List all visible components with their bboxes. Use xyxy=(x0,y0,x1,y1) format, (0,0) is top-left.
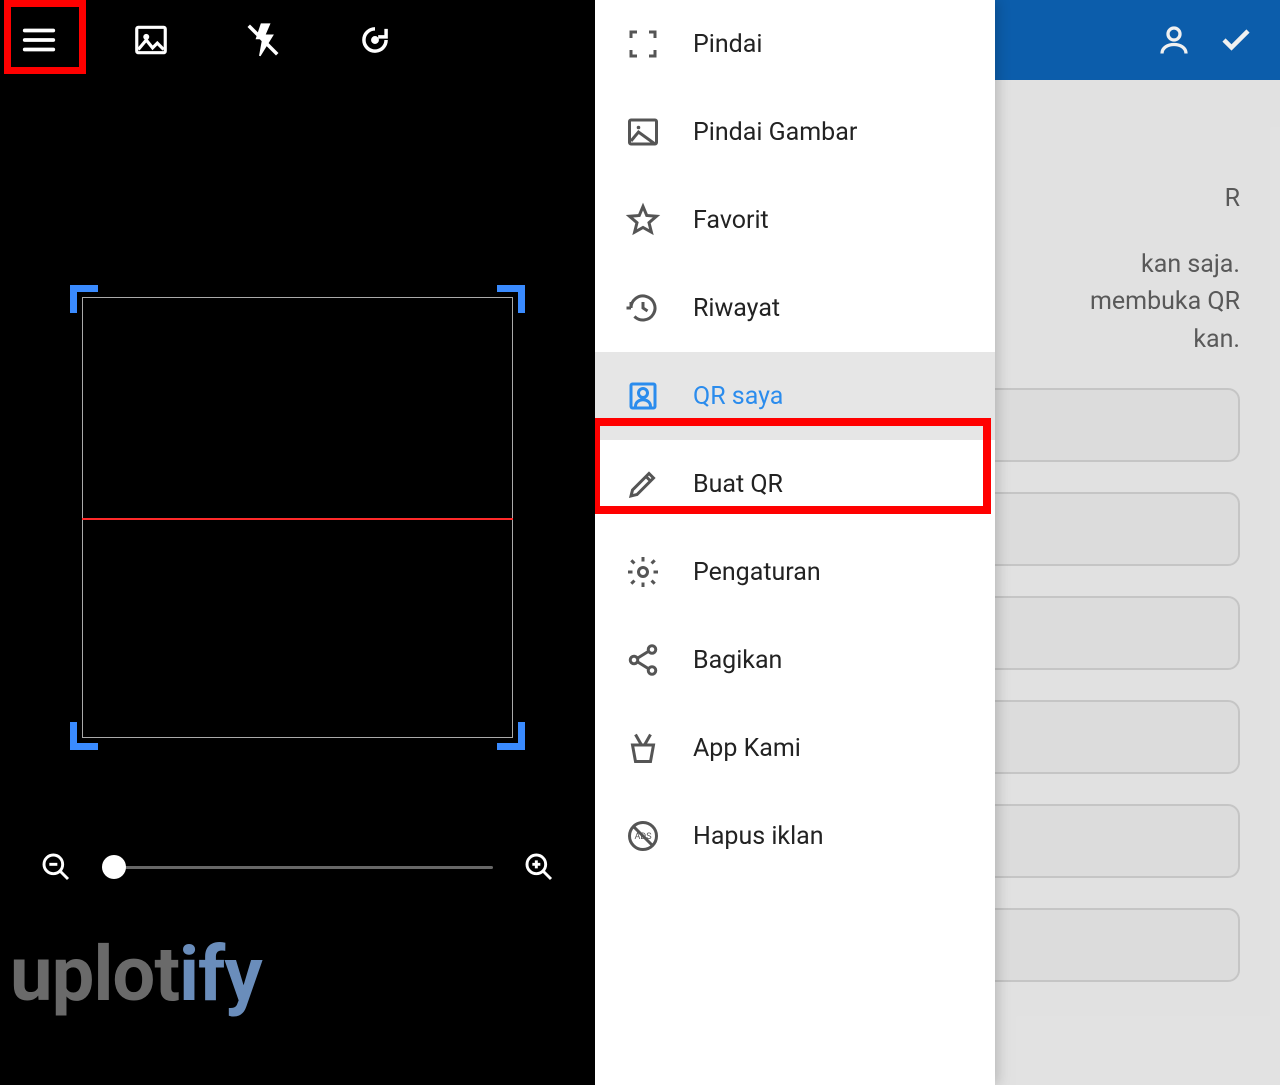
corner-top-left xyxy=(70,285,98,313)
hamburger-menu-button[interactable] xyxy=(8,9,70,71)
drawer-item-label: Riwayat xyxy=(693,294,780,323)
drawer-item-our-apps[interactable]: App Kami xyxy=(595,704,995,792)
zoom-in-icon xyxy=(523,851,555,883)
nav-drawer: Pindai Pindai Gambar Favorit Riwayat QR xyxy=(595,0,995,1085)
drawer-item-scan-image[interactable]: Pindai Gambar xyxy=(595,88,995,176)
switch-camera-icon xyxy=(356,21,394,59)
hamburger-icon xyxy=(20,21,58,59)
drawer-item-scan[interactable]: Pindai xyxy=(595,0,995,88)
app-icon xyxy=(623,728,663,768)
drawer-item-history[interactable]: Riwayat xyxy=(595,264,995,352)
corner-bottom-left xyxy=(70,722,98,750)
gallery-button[interactable] xyxy=(120,9,182,71)
drawer-item-share[interactable]: Bagikan xyxy=(595,616,995,704)
corner-bottom-right xyxy=(497,722,525,750)
drawer-item-label: Hapus iklan xyxy=(693,822,824,851)
star-icon xyxy=(623,200,663,240)
no-ads-icon: ADS xyxy=(623,816,663,856)
scan-line xyxy=(82,518,513,520)
gear-icon xyxy=(623,552,663,592)
zoom-in-button[interactable] xyxy=(521,849,557,885)
drawer-item-label: App Kami xyxy=(693,734,801,763)
scan-icon xyxy=(623,24,663,64)
drawer-item-label: QR saya xyxy=(693,382,783,411)
flash-off-button[interactable] xyxy=(232,9,294,71)
profile-card-icon xyxy=(623,376,663,416)
zoom-out-button[interactable] xyxy=(38,849,74,885)
drawer-item-label: Bagikan xyxy=(693,646,782,675)
corner-top-right xyxy=(497,285,525,313)
drawer-item-label: Favorit xyxy=(693,206,769,235)
drawer-item-settings[interactable]: Pengaturan xyxy=(595,528,995,616)
menu-over-page-screen: R kan saja. membuka QR kan. Pindai Pinda… xyxy=(595,0,1280,1085)
watermark-accent: ify xyxy=(179,929,262,1019)
switch-camera-button[interactable] xyxy=(344,9,406,71)
drawer-item-label: Pengaturan xyxy=(693,558,821,587)
image-icon xyxy=(132,21,170,59)
zoom-slider[interactable] xyxy=(102,866,493,869)
zoom-controls xyxy=(38,849,557,885)
drawer-item-favorite[interactable]: Favorit xyxy=(595,176,995,264)
zoom-out-icon xyxy=(40,851,72,883)
drawer-item-label: Pindai Gambar xyxy=(693,118,857,147)
top-toolbar xyxy=(0,0,595,80)
svg-text:ADS: ADS xyxy=(634,832,651,842)
scanner-screen: uplotify xyxy=(0,0,595,1085)
pencil-icon xyxy=(623,464,663,504)
drawer-item-label: Pindai xyxy=(693,30,762,59)
drawer-item-remove-ads[interactable]: ADS Hapus iklan xyxy=(595,792,995,880)
scan-viewfinder xyxy=(70,285,525,750)
image-icon xyxy=(623,112,663,152)
share-icon xyxy=(623,640,663,680)
flash-off-icon xyxy=(244,21,282,59)
zoom-slider-thumb[interactable] xyxy=(102,855,126,879)
watermark-pre: uplot xyxy=(10,929,179,1019)
drawer-item-my-qr[interactable]: QR saya xyxy=(595,352,995,440)
history-icon xyxy=(623,288,663,328)
watermark: uplotify xyxy=(10,929,262,1019)
drawer-item-label: Buat QR xyxy=(693,470,783,499)
drawer-item-create-qr[interactable]: Buat QR xyxy=(595,440,995,528)
